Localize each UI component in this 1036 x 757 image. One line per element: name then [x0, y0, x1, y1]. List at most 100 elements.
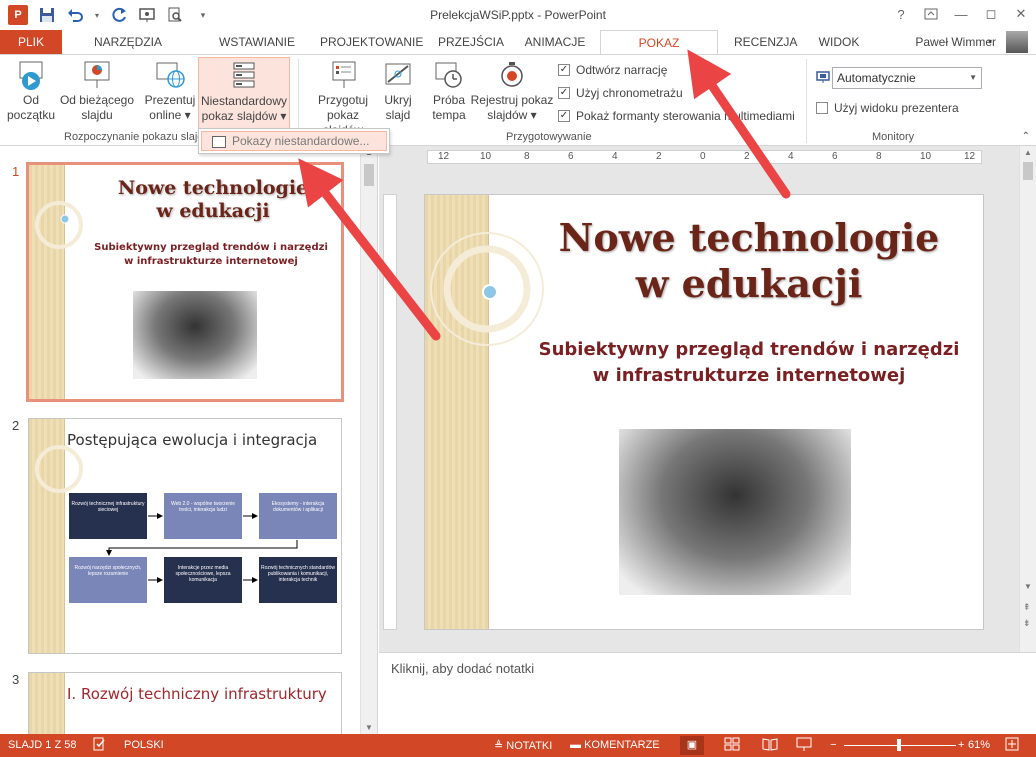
tab-design[interactable]: PROJEKTOWANIE	[312, 30, 423, 54]
slide-counter[interactable]: SLAJD 1 Z 58	[8, 739, 76, 751]
start-from-beginning-icon[interactable]	[136, 4, 158, 26]
record-slide-show-icon	[496, 59, 528, 91]
presenter-view-checkbox[interactable]: Użyj widoku prezentera	[816, 101, 959, 115]
custom-slide-show-icon	[228, 60, 260, 92]
play-narration-checkbox[interactable]: ✓ Odtwórz narrację	[558, 63, 667, 77]
notes-pane[interactable]: Kliknij, aby dodać notatki	[379, 652, 1036, 734]
custom-shows-menu-item[interactable]: Pokazy niestandardowe...	[201, 131, 387, 151]
tab-insert[interactable]: WSTAWIANIE	[208, 30, 306, 54]
chevron-down-icon: ▼	[969, 73, 977, 82]
checkbox-unchecked-icon	[816, 102, 828, 114]
tab-transitions[interactable]: PRZEJŚCIA	[430, 30, 508, 54]
vertical-ruler	[383, 194, 397, 630]
comments-toggle-button[interactable]: ▬ KOMENTARZE	[570, 739, 660, 751]
notes-toggle-button[interactable]: ≜ NOTATKI	[494, 739, 552, 752]
collapse-ribbon-icon[interactable]: ⌃	[1022, 131, 1030, 142]
parchment-decoration	[29, 673, 65, 734]
redo-icon[interactable]	[108, 4, 130, 26]
record-slide-show-button[interactable]: Rejestruj pokaz slajdów ▾	[470, 59, 554, 123]
current-slide[interactable]: Nowe technologie w edukacji Subiektywny …	[424, 194, 984, 630]
hide-slide-icon	[382, 59, 414, 91]
next-slide-icon[interactable]: ⇟	[1023, 618, 1031, 629]
scroll-down-icon[interactable]: ▼	[365, 723, 373, 732]
checkbox-checked-icon: ✓	[558, 87, 570, 99]
thumbnail-number: 3	[12, 672, 20, 687]
group-label-start: Rozpoczynanie pokazu slajdów	[64, 131, 218, 143]
zoom-in-button[interactable]: +	[958, 739, 964, 751]
thumbnail-title: I. Rozwój techniczny infrastruktury	[67, 685, 327, 703]
avatar[interactable]	[1006, 31, 1028, 53]
title-bar: P ▾ ▾ PrelekcjaWSiP.pptx - PowerPoint ? …	[0, 0, 1036, 30]
horizontal-ruler: 12 10 8 6 4 2 0 2 4 6 8 10 12	[427, 150, 982, 164]
notes-icon: ≜	[494, 740, 507, 752]
thumbnail-slide-3[interactable]: I. Rozwój techniczny infrastruktury	[28, 672, 342, 734]
notes-placeholder: Kliknij, aby dodać notatki	[391, 661, 535, 676]
powerpoint-app-icon[interactable]: P	[8, 5, 28, 25]
from-current-slide-button[interactable]: Od bieżącego slajdu	[58, 59, 136, 123]
rehearse-timings-icon	[433, 59, 465, 91]
zoom-slider-thumb[interactable]	[896, 739, 901, 751]
from-beginning-icon	[15, 59, 47, 91]
reading-view-icon[interactable]	[762, 736, 778, 755]
tab-home[interactable]: NARZĘDZIA GŁÓWNE	[66, 30, 190, 73]
checkbox-checked-icon: ✓	[558, 64, 570, 76]
group-label-monitors: Monitory	[872, 131, 915, 143]
save-icon[interactable]	[36, 4, 58, 26]
thumbnail-number: 1	[12, 164, 20, 179]
tab-file[interactable]: PLIK	[0, 30, 62, 54]
scrollbar-thumb[interactable]	[364, 164, 374, 186]
slide-show-view-icon[interactable]	[796, 736, 812, 755]
tab-slide-show[interactable]: POKAZ SLAJDÓW	[600, 30, 718, 74]
tab-review[interactable]: RECENZJA	[726, 30, 798, 54]
tab-view[interactable]: WIDOK	[810, 30, 868, 54]
setup-slide-show-button[interactable]: Przygotuj pokaz slajdów	[306, 59, 380, 138]
custom-slide-show-button[interactable]: Niestandardowy pokaz slajdów ▾	[198, 57, 290, 131]
thumbnails-scrollbar[interactable]: ▲ ▼	[360, 146, 377, 734]
monitor-select[interactable]: Automatycznie ▼	[832, 67, 982, 89]
undo-dropdown-icon[interactable]: ▾	[92, 4, 102, 26]
rehearse-timings-button[interactable]: Próba tempa	[428, 59, 470, 123]
ribbon-display-options-icon[interactable]	[916, 0, 946, 28]
silhouette-photo[interactable]	[619, 429, 851, 595]
close-button[interactable]: ✕	[1006, 0, 1036, 28]
editor-scrollbar[interactable]: ▲ ▼ ⇞ ⇟	[1019, 146, 1036, 652]
hide-slide-button[interactable]: Ukryj slajd	[380, 59, 416, 123]
present-online-button[interactable]: Prezentuj online ▾	[142, 59, 198, 123]
checkbox-checked-icon: ✓	[558, 110, 570, 122]
thumbnail-number: 2	[12, 418, 20, 433]
use-timings-checkbox[interactable]: ✓ Użyj chronometrażu	[558, 86, 683, 100]
undo-icon[interactable]	[64, 4, 86, 26]
normal-view-icon[interactable]: ▣	[680, 736, 704, 755]
present-online-icon	[154, 59, 186, 91]
thumbnail-slide-2[interactable]: Postępująca ewolucja i integracja Rozwój…	[28, 418, 342, 654]
custom-shows-icon	[212, 136, 226, 148]
thumbnail-subtitle: Subiektywny przegląd trendów i narzędzi …	[94, 242, 328, 267]
zoom-level[interactable]: 61%	[968, 739, 990, 751]
print-preview-icon[interactable]	[164, 4, 186, 26]
thumbnail-slide-1[interactable]: Nowe technologie w edukacji Subiektywny …	[26, 162, 344, 402]
maximize-button[interactable]: ◻	[976, 0, 1006, 28]
scroll-up-icon[interactable]: ▲	[1024, 148, 1032, 157]
spell-check-icon[interactable]	[92, 737, 106, 754]
slide-title[interactable]: Nowe technologie w edukacji	[535, 215, 963, 307]
zoom-slider[interactable]	[844, 739, 956, 751]
scroll-down-icon[interactable]: ▼	[1024, 582, 1032, 591]
zoom-out-button[interactable]: −	[830, 739, 836, 751]
language-indicator[interactable]: POLSKI	[124, 739, 164, 751]
show-media-controls-checkbox[interactable]: ✓ Pokaż formanty sterowania multimediami	[558, 109, 795, 123]
window-controls: ? — ◻ ✕	[886, 0, 1036, 28]
tab-animations[interactable]: ANIMACJE	[516, 30, 594, 54]
previous-slide-icon[interactable]: ⇞	[1023, 602, 1031, 613]
fit-slide-to-window-icon[interactable]	[1004, 736, 1020, 755]
group-label-setup: Przygotowywanie	[506, 131, 592, 143]
help-button[interactable]: ?	[886, 0, 916, 28]
user-menu-chevron-icon[interactable]: ▾	[984, 30, 996, 54]
slide-subtitle[interactable]: Subiektywny przegląd trendów i narzędzi …	[525, 337, 973, 389]
ribbon-tabs: PLIK NARZĘDZIA GŁÓWNE WSTAWIANIE PROJEKT…	[0, 30, 1036, 74]
minimize-button[interactable]: —	[946, 0, 976, 28]
from-beginning-button[interactable]: Od początku	[6, 59, 56, 123]
customize-icon[interactable]: ▾	[192, 4, 214, 26]
slide-editor: 12 10 8 6 4 2 0 2 4 6 8 10 12 Nowe techn…	[379, 146, 1036, 652]
slide-sorter-view-icon[interactable]	[724, 736, 740, 755]
scrollbar-thumb[interactable]	[1023, 162, 1033, 180]
